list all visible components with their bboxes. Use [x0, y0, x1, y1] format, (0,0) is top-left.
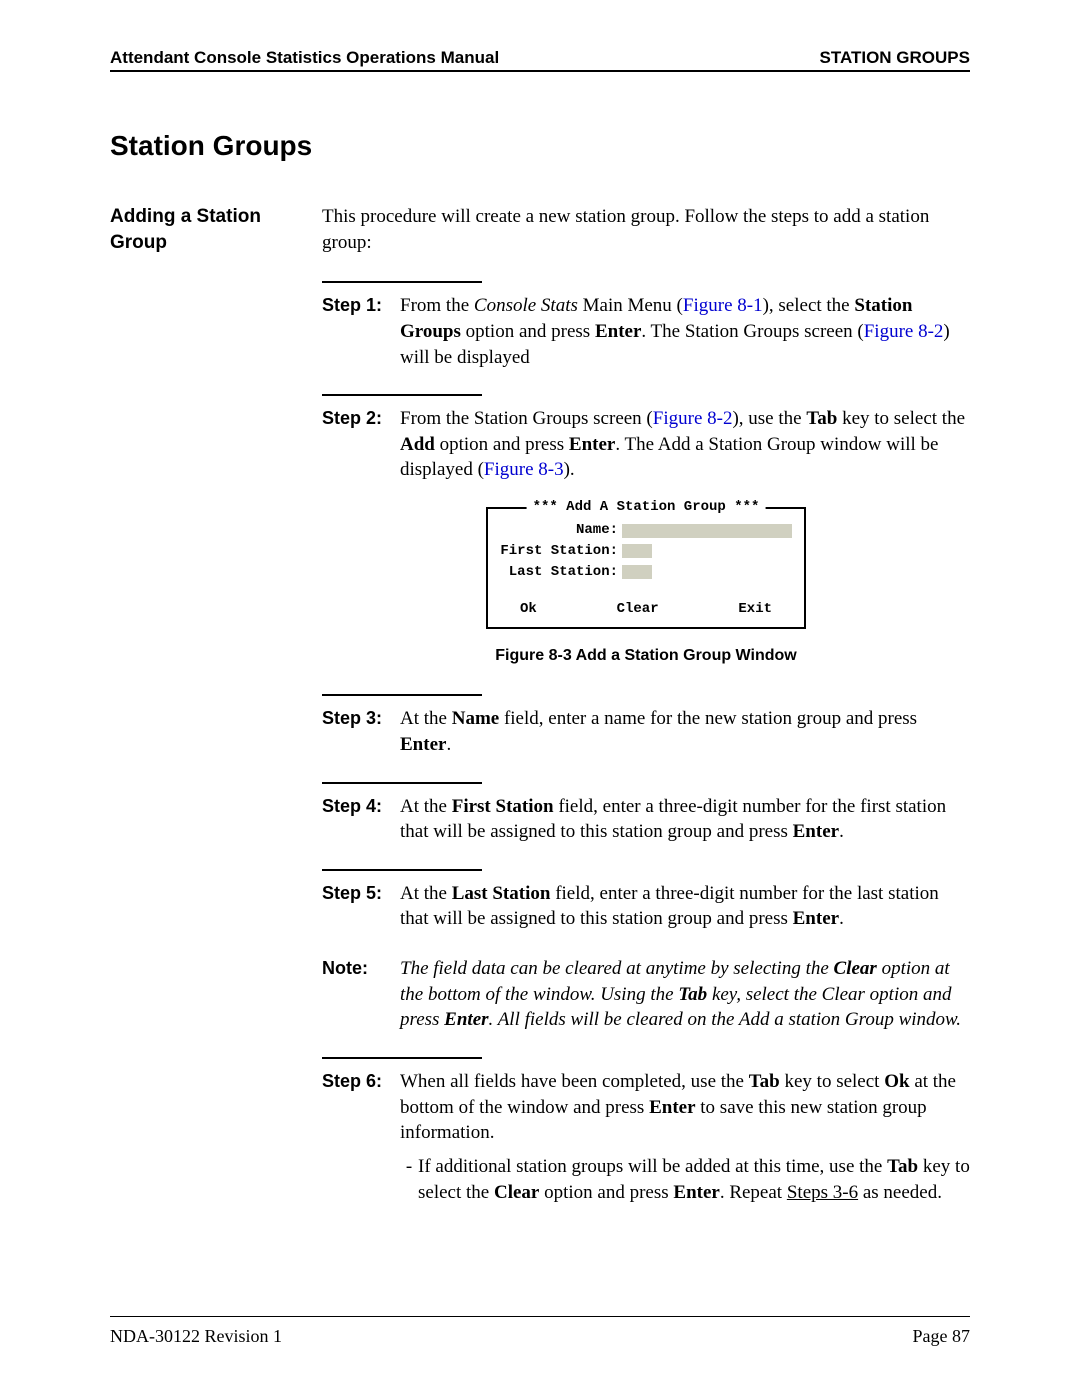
step-label: Step 5:: [322, 881, 400, 932]
footer-left: NDA-30122 Revision 1: [110, 1326, 282, 1347]
footer-right: Page 87: [913, 1326, 971, 1347]
section-title: Station Groups: [110, 130, 970, 162]
dialog-add-station-group: *** Add A Station Group *** Name: First …: [486, 507, 806, 629]
step-body: At the Name field, enter a name for the …: [400, 706, 970, 757]
step-separator: [322, 782, 482, 784]
dialog-last-station-field[interactable]: [622, 565, 652, 579]
figure-ref[interactable]: Figure 8-1: [683, 295, 763, 316]
footer-rule: [110, 1316, 970, 1317]
figure-8-3: *** Add A Station Group *** Name: First …: [322, 507, 970, 666]
step-separator: [322, 1057, 482, 1059]
dialog-first-station-label: First Station:: [498, 542, 622, 561]
running-header-left: Attendant Console Statistics Operations …: [110, 48, 499, 68]
step-label: Step 3:: [322, 706, 400, 757]
step-body: When all fields have been completed, use…: [400, 1069, 970, 1205]
running-header: Attendant Console Statistics Operations …: [110, 48, 970, 72]
figure-caption: Figure 8-3 Add a Station Group Window: [322, 645, 970, 667]
step-body: From the Station Groups screen (Figure 8…: [400, 406, 970, 483]
intro-paragraph: This procedure will create a new station…: [322, 204, 970, 255]
figure-ref[interactable]: Figure 8-3: [484, 459, 564, 480]
step-separator: [322, 281, 482, 283]
step-label: Step 1:: [322, 293, 400, 370]
running-header-right: STATION GROUPS: [820, 48, 971, 68]
dialog-ok-button[interactable]: Ok: [520, 600, 537, 619]
note-label: Note:: [322, 956, 400, 1033]
step-5: Step 5: At the Last Station field, enter…: [322, 881, 970, 932]
step-separator: [322, 694, 482, 696]
step-6-sub-bullet: - If additional station groups will be a…: [400, 1154, 970, 1205]
side-heading: Adding a Station Group: [110, 204, 300, 255]
step-body: At the First Station field, enter a thre…: [400, 794, 970, 845]
step-1: Step 1: From the Console Stats Main Menu…: [322, 293, 970, 370]
main-content: This procedure will create a new station…: [322, 204, 970, 1209]
step-body: From the Console Stats Main Menu (Figure…: [400, 293, 970, 370]
step-label: Step 4:: [322, 794, 400, 845]
note: Note: The field data can be cleared at a…: [322, 956, 970, 1033]
bullet-dash: -: [400, 1154, 418, 1205]
step-body: At the Last Station field, enter a three…: [400, 881, 970, 932]
figure-ref[interactable]: Figure 8-2: [653, 408, 733, 429]
step-2: Step 2: From the Station Groups screen (…: [322, 406, 970, 483]
page: Attendant Console Statistics Operations …: [0, 0, 1080, 1397]
step-separator: [322, 869, 482, 871]
step-label: Step 2:: [322, 406, 400, 483]
step-4: Step 4: At the First Station field, ente…: [322, 794, 970, 845]
dialog-exit-button[interactable]: Exit: [738, 600, 772, 619]
dialog-last-station-label: Last Station:: [498, 563, 622, 582]
dialog-first-station-field[interactable]: [622, 544, 652, 558]
dialog-name-label: Name:: [498, 521, 622, 540]
step-6: Step 6: When all fields have been comple…: [322, 1069, 970, 1205]
step-3: Step 3: At the Name field, enter a name …: [322, 706, 970, 757]
footer: NDA-30122 Revision 1 Page 87: [110, 1326, 970, 1347]
dialog-title: *** Add A Station Group ***: [527, 498, 766, 517]
dialog-name-field[interactable]: [622, 524, 792, 538]
step-separator: [322, 394, 482, 396]
note-body: The field data can be cleared at anytime…: [400, 956, 970, 1033]
dialog-clear-button[interactable]: Clear: [617, 600, 659, 619]
figure-ref[interactable]: Figure 8-2: [864, 321, 944, 342]
step-label: Step 6:: [322, 1069, 400, 1205]
